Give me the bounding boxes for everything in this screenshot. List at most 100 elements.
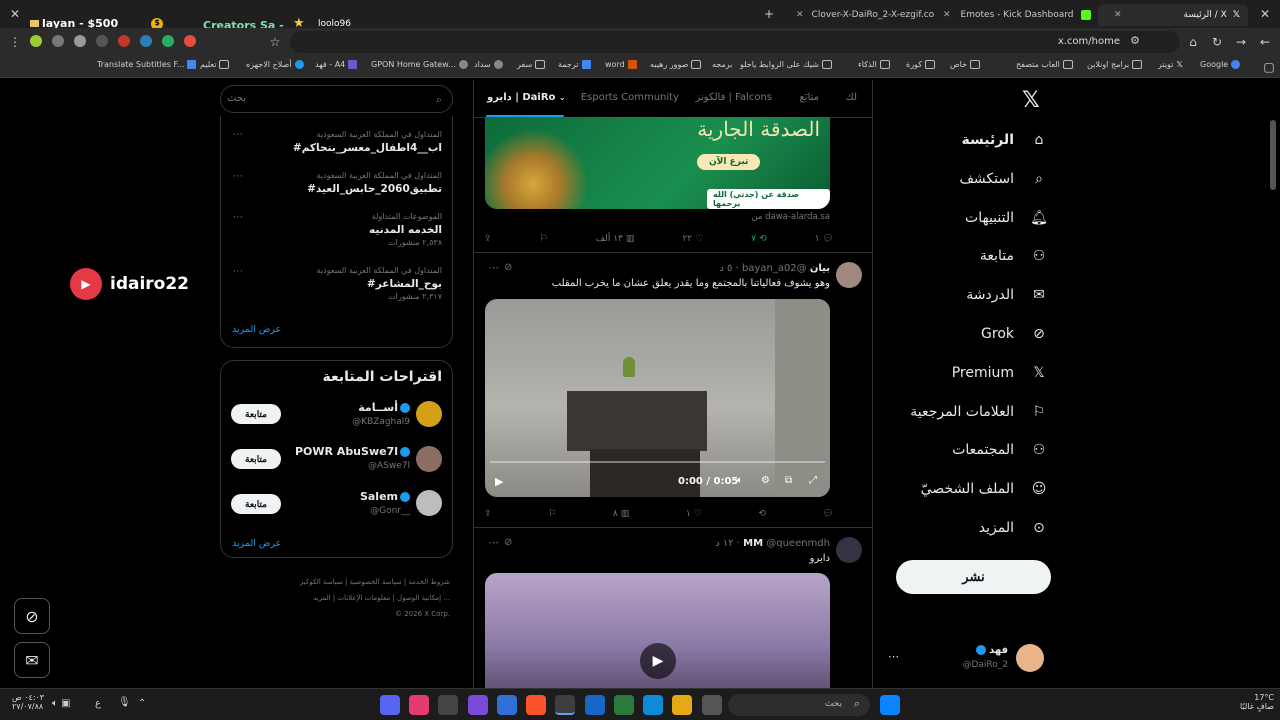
- avatar[interactable]: [416, 490, 442, 516]
- like-button[interactable]: ♡ ٢٢: [682, 231, 703, 247]
- discord-icon[interactable]: [380, 695, 400, 715]
- play-button-icon[interactable]: ▶: [495, 475, 503, 488]
- footer-link[interactable]: سياسة الخصوصية: [350, 578, 402, 586]
- nav-profile[interactable]: ☺ الملف الشخصيّ: [921, 474, 1050, 504]
- app-icon[interactable]: [497, 695, 517, 715]
- tweet-time[interactable]: ٥ د: [719, 263, 732, 274]
- tab-x-home[interactable]: ✕ الرئيسة / X 𝕏: [1098, 4, 1248, 26]
- bookmark-gpon[interactable]: GPON Home Gatew...: [371, 60, 468, 69]
- bookmark-travel[interactable]: سفر: [517, 60, 546, 69]
- tab-kick-dashboard[interactable]: ✕ Emotes - Kick Dashboard: [935, 4, 1095, 26]
- extension-icon[interactable]: [184, 35, 196, 47]
- new-tab-icon[interactable]: +: [760, 5, 778, 23]
- nav-grok[interactable]: ⊘ Grok: [981, 319, 1050, 349]
- app-icon[interactable]: [468, 695, 488, 715]
- volume-icon[interactable]: 🔈︎: [737, 475, 743, 486]
- bookmark-pictures[interactable]: صوور رهيبه: [650, 60, 702, 69]
- bookmark-programming[interactable]: برمجه: [712, 60, 732, 69]
- pip-icon[interactable]: ⧉: [785, 475, 792, 486]
- back-icon[interactable]: ←: [1256, 33, 1274, 51]
- author-name[interactable]: MM: [743, 538, 763, 549]
- suggestion-name[interactable]: أســامة: [358, 401, 410, 414]
- grok-icon[interactable]: ⊘: [504, 537, 512, 548]
- close-window-icon[interactable]: ✕: [1256, 5, 1274, 23]
- grok-icon[interactable]: ⊘: [504, 262, 512, 273]
- bookmarks-folder-icon[interactable]: ▢: [1260, 58, 1278, 76]
- tab-dairo[interactable]: دايرو | DaiRo ⌄: [487, 92, 566, 103]
- taskbar-search[interactable]: ⌕ بحث: [728, 694, 870, 716]
- bookmark-google[interactable]: Google: [1200, 60, 1241, 69]
- bookmark-education[interactable]: تعليم: [200, 60, 230, 69]
- star-bookmark-icon[interactable]: ☆: [266, 33, 284, 51]
- bookmark-twitter[interactable]: تويتر 𝕏: [1158, 60, 1183, 69]
- tweet-video[interactable]: ▶ 0:00 / 0:05 🔈︎ ⚙ ⧉ ⤢: [485, 299, 830, 497]
- account-switcher[interactable]: فهد @DaiRo_2 ⋯: [884, 640, 1050, 678]
- avatar[interactable]: [416, 446, 442, 472]
- donate-button[interactable]: تبرع الآن: [697, 154, 761, 170]
- avatar[interactable]: [836, 537, 862, 563]
- tab-close-icon[interactable]: ✕: [1114, 10, 1122, 20]
- tweet-image[interactable]: الصدقة الجارية تبرع الآن صدقة عن (جدتي) …: [485, 117, 830, 209]
- play-button-icon[interactable]: ▶: [640, 643, 676, 679]
- tab-following[interactable]: متابَع: [799, 92, 819, 103]
- grok-float-button[interactable]: ⊘: [14, 598, 50, 634]
- weather-widget[interactable]: 17°C صافٍ غالبًا: [1214, 693, 1274, 711]
- address-bar[interactable]: x.com/home ⚙: [290, 31, 1180, 53]
- home-button-icon[interactable]: ⌂: [1184, 33, 1202, 51]
- avatar[interactable]: [416, 401, 442, 427]
- reply-button[interactable]: 💬︎ ١: [815, 231, 834, 247]
- show-more-link[interactable]: عرض المزيد: [232, 538, 281, 549]
- edge-icon[interactable]: [643, 695, 663, 715]
- trend-item[interactable]: المتداول في المملكة العربية السعودية #بو…: [242, 266, 442, 301]
- footer-link[interactable]: شروط الخدمة: [408, 578, 450, 586]
- mic-icon[interactable]: 🎙︎: [118, 697, 131, 708]
- retweet-button[interactable]: ⟲: [758, 506, 766, 522]
- nav-home[interactable]: ⌂ الرئيسة: [962, 125, 1050, 155]
- site-settings-icon[interactable]: ⚙: [1130, 34, 1140, 47]
- tweet-time[interactable]: ١٢ د: [715, 538, 733, 549]
- trend-item[interactable]: المتداول في المملكة العربية السعودية #تط…: [242, 171, 442, 195]
- post-button[interactable]: نشر: [896, 560, 1051, 594]
- views-button[interactable]: ▥ ١٣ ألف: [596, 231, 635, 247]
- bookmark-games[interactable]: العاب متصفح: [1016, 60, 1073, 69]
- bookmark-button[interactable]: ⚐: [548, 506, 556, 522]
- clock[interactable]: ٠٤:٠٣ ص ٢٧/٠٧/٨٨: [12, 693, 44, 711]
- extension-icon[interactable]: [96, 35, 108, 47]
- views-button[interactable]: ▥ ٨: [613, 506, 629, 522]
- reply-button[interactable]: 💬︎: [823, 506, 834, 522]
- nav-more[interactable]: ⊙ المزيد: [979, 513, 1050, 543]
- scrollbar-thumb[interactable]: [1270, 120, 1276, 190]
- like-button[interactable]: ♡ ١: [686, 506, 702, 522]
- xbox-icon[interactable]: [438, 695, 458, 715]
- extension-icon[interactable]: [140, 35, 152, 47]
- more-options-icon[interactable]: ⋯: [488, 261, 499, 274]
- menu-dots-icon[interactable]: ⋮: [6, 33, 24, 51]
- nav-premium[interactable]: 𝕏 Premium: [952, 358, 1050, 388]
- bookmark-translate[interactable]: ترجمة: [558, 60, 591, 69]
- app-icon[interactable]: [409, 695, 429, 715]
- follow-button[interactable]: متابعة: [231, 404, 281, 424]
- retweet-button[interactable]: ⟲ ٧: [751, 231, 766, 247]
- follow-button[interactable]: متابعة: [231, 494, 281, 514]
- footer-link[interactable]: إمكانية الوصول: [397, 594, 441, 602]
- author-name[interactable]: بيان: [810, 263, 830, 274]
- download-icon[interactable]: [74, 35, 86, 47]
- bookmark-online[interactable]: برامج اونلاين: [1087, 60, 1143, 69]
- tab-close-icon[interactable]: ✕: [796, 10, 804, 20]
- more-options-icon[interactable]: ⋯: [233, 266, 243, 277]
- follow-button[interactable]: متابعة: [231, 449, 281, 469]
- bookmark-button[interactable]: ⚐: [540, 231, 548, 247]
- more-options-icon[interactable]: ⋯: [488, 536, 499, 549]
- bookmark-fahad-a4[interactable]: فهد - A4: [315, 60, 358, 69]
- bookmark-football[interactable]: كورة: [906, 60, 935, 69]
- search-box[interactable]: ⌕ بحث: [220, 85, 453, 113]
- nav-follow[interactable]: ⚇ متابعة: [980, 241, 1050, 271]
- author-handle[interactable]: @bayan_a02: [742, 263, 807, 274]
- chrome-icon[interactable]: [555, 695, 575, 715]
- app-icon[interactable]: [614, 695, 634, 715]
- more-options-icon[interactable]: ⋯: [233, 171, 243, 182]
- tab-ezgif[interactable]: ✕ Clover-X-DaiRo_2-X-ezgif.com: [788, 4, 934, 26]
- bookmark-subtitles[interactable]: Translate Subtitles F...: [97, 60, 197, 69]
- bookmark-word[interactable]: word: [605, 60, 637, 69]
- bookmark-private[interactable]: خاص: [950, 60, 981, 69]
